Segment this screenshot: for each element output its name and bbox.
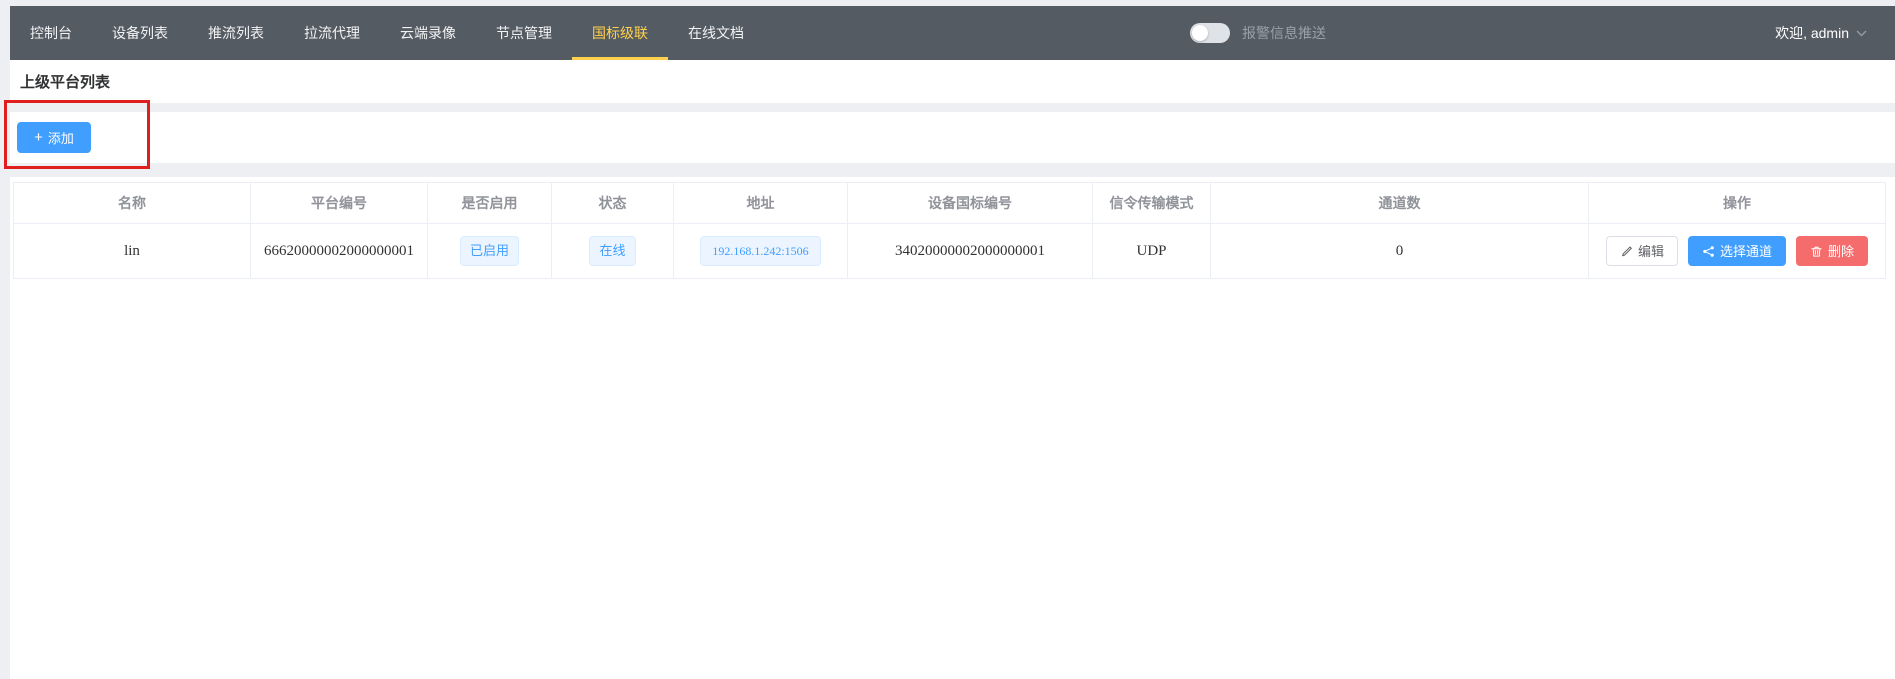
cell-channel-count: 0: [1211, 224, 1589, 279]
alarm-push-control: 报警信息推送: [1190, 6, 1326, 60]
trash-icon: [1810, 245, 1823, 258]
cell-device-gb-id: 34020000002000000001: [848, 224, 1093, 279]
nav-item-node-manage[interactable]: 节点管理: [476, 6, 572, 60]
cell-transport-mode: UDP: [1093, 224, 1211, 279]
welcome-label: 欢迎, admin: [1775, 23, 1849, 43]
pencil-icon: [1620, 245, 1633, 258]
col-header-address: 地址: [674, 183, 848, 224]
cell-address: 192.168.1.242:1506: [674, 224, 848, 279]
delete-button-label: 删除: [1828, 245, 1854, 258]
nav-item-device-list[interactable]: 设备列表: [92, 6, 188, 60]
edit-button[interactable]: 编辑: [1606, 236, 1678, 266]
select-channel-button[interactable]: 选择通道: [1688, 236, 1786, 266]
toolbar: + 添加: [10, 112, 1895, 163]
top-navbar: 控制台 设备列表 推流列表 拉流代理 云端录像 节点管理 国标级联 在线文档 报…: [10, 6, 1895, 60]
nav-item-console[interactable]: 控制台: [10, 6, 92, 60]
cell-status: 在线: [552, 224, 674, 279]
nav-item-cloud-record[interactable]: 云端录像: [380, 6, 476, 60]
add-button[interactable]: + 添加: [17, 122, 91, 153]
col-header-enabled: 是否启用: [428, 183, 552, 224]
alarm-push-label: 报警信息推送: [1242, 23, 1326, 43]
plus-icon: +: [34, 130, 43, 145]
col-header-name: 名称: [14, 183, 251, 224]
nav-item-push-list[interactable]: 推流列表: [188, 6, 284, 60]
table-panel: 名称 平台编号 是否启用 状态 地址 设备国标编号 信令传输模式 通道数 操作 …: [10, 177, 1895, 679]
nav-item-pull-proxy[interactable]: 拉流代理: [284, 6, 380, 60]
col-header-transport-mode: 信令传输模式: [1093, 183, 1211, 224]
table-header-row: 名称 平台编号 是否启用 状态 地址 设备国标编号 信令传输模式 通道数 操作: [14, 183, 1886, 224]
page-title: 上级平台列表: [20, 71, 110, 92]
enabled-tag[interactable]: 已启用: [460, 236, 519, 266]
col-header-operations: 操作: [1589, 183, 1886, 224]
cell-name: lin: [14, 224, 251, 279]
col-header-status: 状态: [552, 183, 674, 224]
cell-enabled: 已启用: [428, 224, 552, 279]
col-header-platform-id: 平台编号: [251, 183, 428, 224]
chevron-down-icon: [1856, 30, 1867, 37]
share-icon: [1702, 245, 1715, 258]
col-header-device-gb-id: 设备国标编号: [848, 183, 1093, 224]
user-menu[interactable]: 欢迎, admin: [1775, 6, 1867, 60]
address-tag[interactable]: 192.168.1.242:1506: [700, 236, 820, 266]
edit-button-label: 编辑: [1638, 245, 1664, 258]
nav-item-online-docs[interactable]: 在线文档: [668, 6, 764, 60]
status-tag[interactable]: 在线: [589, 236, 635, 266]
cell-operations: 编辑 选择通道 删除: [1589, 224, 1886, 279]
page-header: 上级平台列表: [10, 60, 1895, 103]
nav-item-gb-cascade[interactable]: 国标级联: [572, 6, 668, 60]
col-header-channel-count: 通道数: [1211, 183, 1589, 224]
nav-menu: 控制台 设备列表 推流列表 拉流代理 云端录像 节点管理 国标级联 在线文档: [10, 6, 764, 60]
cell-platform-id: 66620000002000000001: [251, 224, 428, 279]
select-channel-button-label: 选择通道: [1720, 245, 1772, 258]
platform-table: 名称 平台编号 是否启用 状态 地址 设备国标编号 信令传输模式 通道数 操作 …: [13, 182, 1886, 279]
alarm-push-toggle[interactable]: [1190, 23, 1230, 43]
toggle-knob-icon: [1192, 25, 1208, 41]
table-row: lin 66620000002000000001 已启用 在线 192.168.…: [14, 224, 1886, 279]
delete-button[interactable]: 删除: [1796, 236, 1868, 266]
add-button-label: 添加: [48, 128, 74, 147]
